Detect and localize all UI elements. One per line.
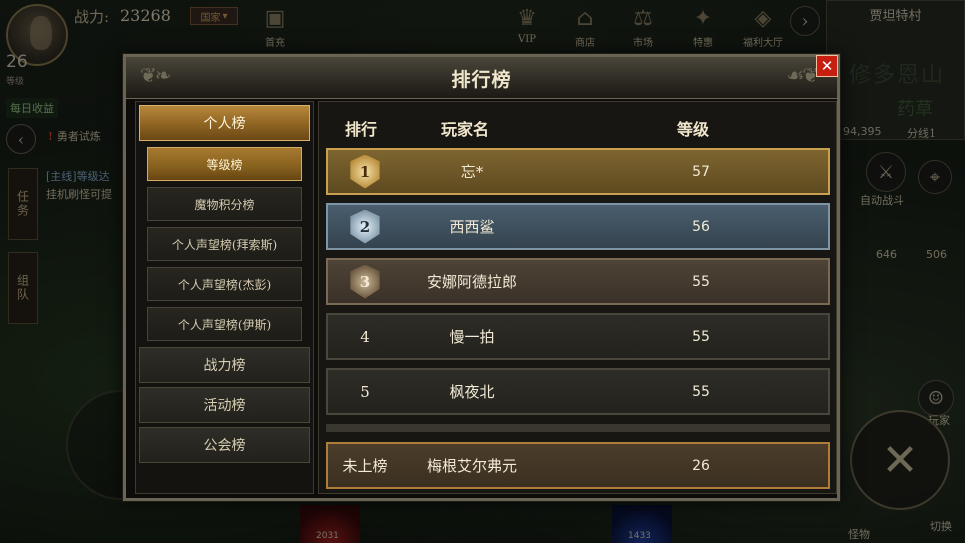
bronze-medal-icon: 3	[350, 264, 380, 299]
player-level-value: 55	[692, 383, 710, 400]
gold-medal-icon: 1	[350, 154, 380, 189]
menu-activity-rank[interactable]: 活动榜	[139, 387, 310, 423]
rank-cell: 1	[328, 150, 402, 193]
player-level-value: 57	[692, 163, 710, 180]
column-header-name: 玩家名	[441, 120, 490, 139]
ranking-table: 排行 玩家名 等级 1 忘* 57 2 西西鲨 56 3 安娜阿德拉郎 55 4…	[318, 101, 837, 494]
table-row[interactable]: 1 忘* 57	[326, 148, 830, 195]
table-row[interactable]: 3 安娜阿德拉郎 55	[326, 258, 830, 305]
player-level-value: 55	[692, 273, 710, 290]
menu-power-rank[interactable]: 战力榜	[139, 347, 310, 383]
menu-guild-rank[interactable]: 公会榜	[139, 427, 310, 463]
dialog-header: ❦❧ ☙❦ 排行榜	[126, 57, 837, 99]
self-name: 梅根艾尔弗元	[426, 457, 517, 475]
table-row[interactable]: 2 西西鲨 56	[326, 203, 830, 250]
submenu-reputation-yisi[interactable]: 个人声望榜(伊斯)	[147, 307, 302, 341]
menu-personal-rank[interactable]: 个人榜	[139, 105, 310, 141]
player-name: 忘*	[460, 163, 484, 181]
player-level-value: 56	[692, 218, 710, 235]
rank-number: 4	[360, 327, 370, 346]
table-row[interactable]: 5 枫夜北 55	[326, 368, 830, 415]
submenu-level-rank[interactable]: 等级榜	[147, 147, 302, 181]
silver-medal-icon: 2	[350, 209, 380, 244]
close-button[interactable]: ✕	[816, 55, 838, 77]
player-level-value: 55	[692, 328, 710, 345]
column-header-level: 等级	[677, 120, 710, 139]
player-name: 安娜阿德拉郎	[426, 273, 517, 291]
submenu-reputation-baisuosi[interactable]: 个人声望榜(拜索斯)	[147, 227, 302, 261]
dialog-title: 排行榜	[451, 69, 512, 91]
rank-cell: 3	[328, 260, 402, 303]
submenu-monster-score[interactable]: 魔物积分榜	[147, 187, 302, 221]
player-name: 慢一拍	[449, 328, 495, 346]
player-name: 枫夜北	[449, 383, 495, 401]
self-level: 26	[692, 457, 710, 474]
submenu-reputation-jiepeng[interactable]: 个人声望榜(杰彭)	[147, 267, 302, 301]
self-rank: 未上榜	[342, 457, 388, 475]
self-rank-row: 未上榜 梅根艾尔弗元 26	[326, 442, 830, 489]
leaderboard-dialog: ❦❧ ☙❦ 排行榜 ✕ 个人榜 等级榜 魔物积分榜 个人声望榜(拜索斯) 个人声…	[123, 54, 840, 501]
next-row-peek	[326, 424, 830, 432]
rank-cell: 2	[328, 205, 402, 248]
column-header-rank: 排行	[345, 120, 378, 139]
category-menu: 个人榜 等级榜 魔物积分榜 个人声望榜(拜索斯) 个人声望榜(杰彭) 个人声望榜…	[135, 101, 314, 494]
rank-number: 5	[360, 382, 370, 401]
table-row[interactable]: 4 慢一拍 55	[326, 313, 830, 360]
player-name: 西西鲨	[449, 218, 495, 236]
